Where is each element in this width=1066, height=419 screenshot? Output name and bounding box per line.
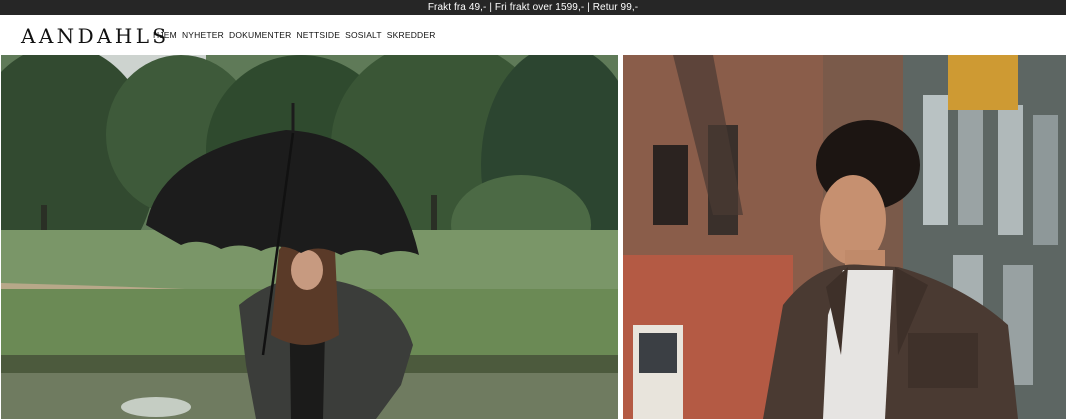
nav-item-hjem[interactable]: HJEM: [153, 28, 177, 42]
announcement-text: Frakt fra 49,- | Fri frakt over 1599,- |…: [427, 2, 639, 13]
nav-item-skredder[interactable]: SKREDDER: [387, 28, 436, 42]
main-nav: HJEM NYHETER DOKUMENTER NETTSIDE SOSIALT…: [153, 28, 441, 42]
hero-section: [0, 55, 1066, 419]
woman-umbrella-photo: [1, 55, 618, 419]
brand-logo[interactable]: AANDAHLS: [21, 24, 170, 48]
site-header: AANDAHLS HJEM NYHETER DOKUMENTER NETTSID…: [0, 15, 1066, 55]
nav-item-dokumenter[interactable]: DOKUMENTER: [229, 28, 291, 42]
nav-item-nettside[interactable]: NETTSIDE: [296, 28, 340, 42]
hero-image-right[interactable]: [623, 55, 1066, 419]
nav-item-sosialt[interactable]: SOSIALT: [345, 28, 382, 42]
man-jacket-photo: [623, 55, 1066, 419]
announcement-bar: Frakt fra 49,- | Fri frakt over 1599,- |…: [0, 0, 1066, 15]
nav-item-nyheter[interactable]: NYHETER: [182, 28, 224, 42]
hero-image-left[interactable]: [1, 55, 618, 419]
